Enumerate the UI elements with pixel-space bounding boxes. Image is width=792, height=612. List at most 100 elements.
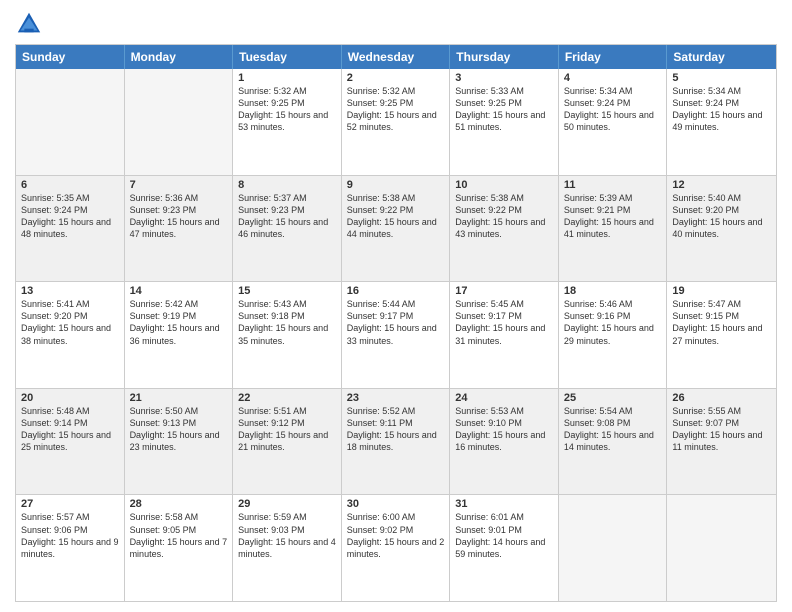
day-cell-18: 18Sunrise: 5:46 AMSunset: 9:16 PMDayligh… (559, 282, 668, 388)
day-info: Sunrise: 5:40 AMSunset: 9:20 PMDaylight:… (672, 192, 771, 241)
empty-cell (16, 69, 125, 175)
day-number: 7 (130, 179, 228, 191)
header-day-wednesday: Wednesday (342, 45, 451, 69)
day-cell-7: 7Sunrise: 5:36 AMSunset: 9:23 PMDaylight… (125, 176, 234, 282)
calendar: SundayMondayTuesdayWednesdayThursdayFrid… (15, 44, 777, 602)
day-number: 1 (238, 72, 336, 84)
day-cell-27: 27Sunrise: 5:57 AMSunset: 9:06 PMDayligh… (16, 495, 125, 601)
day-info: Sunrise: 5:45 AMSunset: 9:17 PMDaylight:… (455, 298, 553, 347)
day-number: 11 (564, 179, 662, 191)
day-info: Sunrise: 5:55 AMSunset: 9:07 PMDaylight:… (672, 405, 771, 454)
day-cell-16: 16Sunrise: 5:44 AMSunset: 9:17 PMDayligh… (342, 282, 451, 388)
day-info: Sunrise: 5:34 AMSunset: 9:24 PMDaylight:… (564, 85, 662, 134)
day-info: Sunrise: 5:53 AMSunset: 9:10 PMDaylight:… (455, 405, 553, 454)
day-cell-23: 23Sunrise: 5:52 AMSunset: 9:11 PMDayligh… (342, 389, 451, 495)
day-cell-21: 21Sunrise: 5:50 AMSunset: 9:13 PMDayligh… (125, 389, 234, 495)
calendar-row-0: 1Sunrise: 5:32 AMSunset: 9:25 PMDaylight… (16, 69, 776, 175)
day-number: 24 (455, 392, 553, 404)
page: SundayMondayTuesdayWednesdayThursdayFrid… (0, 0, 792, 612)
day-cell-11: 11Sunrise: 5:39 AMSunset: 9:21 PMDayligh… (559, 176, 668, 282)
day-cell-17: 17Sunrise: 5:45 AMSunset: 9:17 PMDayligh… (450, 282, 559, 388)
header (15, 10, 777, 38)
header-day-saturday: Saturday (667, 45, 776, 69)
day-number: 19 (672, 285, 771, 297)
day-info: Sunrise: 5:32 AMSunset: 9:25 PMDaylight:… (238, 85, 336, 134)
header-day-monday: Monday (125, 45, 234, 69)
day-number: 29 (238, 498, 336, 510)
day-number: 31 (455, 498, 553, 510)
day-cell-2: 2Sunrise: 5:32 AMSunset: 9:25 PMDaylight… (342, 69, 451, 175)
header-day-tuesday: Tuesday (233, 45, 342, 69)
day-info: Sunrise: 5:37 AMSunset: 9:23 PMDaylight:… (238, 192, 336, 241)
day-cell-15: 15Sunrise: 5:43 AMSunset: 9:18 PMDayligh… (233, 282, 342, 388)
header-day-sunday: Sunday (16, 45, 125, 69)
day-number: 13 (21, 285, 119, 297)
day-cell-3: 3Sunrise: 5:33 AMSunset: 9:25 PMDaylight… (450, 69, 559, 175)
day-number: 22 (238, 392, 336, 404)
day-number: 3 (455, 72, 553, 84)
day-info: Sunrise: 5:47 AMSunset: 9:15 PMDaylight:… (672, 298, 771, 347)
day-number: 23 (347, 392, 445, 404)
day-cell-5: 5Sunrise: 5:34 AMSunset: 9:24 PMDaylight… (667, 69, 776, 175)
day-info: Sunrise: 5:36 AMSunset: 9:23 PMDaylight:… (130, 192, 228, 241)
header-day-thursday: Thursday (450, 45, 559, 69)
day-info: Sunrise: 5:44 AMSunset: 9:17 PMDaylight:… (347, 298, 445, 347)
day-number: 17 (455, 285, 553, 297)
day-number: 8 (238, 179, 336, 191)
day-number: 14 (130, 285, 228, 297)
day-cell-19: 19Sunrise: 5:47 AMSunset: 9:15 PMDayligh… (667, 282, 776, 388)
day-info: Sunrise: 5:50 AMSunset: 9:13 PMDaylight:… (130, 405, 228, 454)
day-cell-6: 6Sunrise: 5:35 AMSunset: 9:24 PMDaylight… (16, 176, 125, 282)
day-info: Sunrise: 5:41 AMSunset: 9:20 PMDaylight:… (21, 298, 119, 347)
day-number: 20 (21, 392, 119, 404)
day-info: Sunrise: 5:38 AMSunset: 9:22 PMDaylight:… (455, 192, 553, 241)
day-number: 26 (672, 392, 771, 404)
day-info: Sunrise: 5:46 AMSunset: 9:16 PMDaylight:… (564, 298, 662, 347)
day-number: 5 (672, 72, 771, 84)
day-info: Sunrise: 5:59 AMSunset: 9:03 PMDaylight:… (238, 511, 336, 560)
day-cell-14: 14Sunrise: 5:42 AMSunset: 9:19 PMDayligh… (125, 282, 234, 388)
day-cell-24: 24Sunrise: 5:53 AMSunset: 9:10 PMDayligh… (450, 389, 559, 495)
day-number: 28 (130, 498, 228, 510)
day-cell-4: 4Sunrise: 5:34 AMSunset: 9:24 PMDaylight… (559, 69, 668, 175)
empty-cell (125, 69, 234, 175)
day-number: 2 (347, 72, 445, 84)
day-number: 16 (347, 285, 445, 297)
day-info: Sunrise: 5:52 AMSunset: 9:11 PMDaylight:… (347, 405, 445, 454)
header-day-friday: Friday (559, 45, 668, 69)
day-number: 21 (130, 392, 228, 404)
day-info: Sunrise: 6:00 AMSunset: 9:02 PMDaylight:… (347, 511, 445, 560)
day-info: Sunrise: 5:43 AMSunset: 9:18 PMDaylight:… (238, 298, 336, 347)
day-number: 4 (564, 72, 662, 84)
day-info: Sunrise: 5:32 AMSunset: 9:25 PMDaylight:… (347, 85, 445, 134)
day-cell-28: 28Sunrise: 5:58 AMSunset: 9:05 PMDayligh… (125, 495, 234, 601)
day-info: Sunrise: 5:35 AMSunset: 9:24 PMDaylight:… (21, 192, 119, 241)
day-cell-9: 9Sunrise: 5:38 AMSunset: 9:22 PMDaylight… (342, 176, 451, 282)
empty-cell (667, 495, 776, 601)
day-cell-10: 10Sunrise: 5:38 AMSunset: 9:22 PMDayligh… (450, 176, 559, 282)
day-number: 15 (238, 285, 336, 297)
calendar-body: 1Sunrise: 5:32 AMSunset: 9:25 PMDaylight… (16, 69, 776, 601)
day-number: 9 (347, 179, 445, 191)
day-info: Sunrise: 5:54 AMSunset: 9:08 PMDaylight:… (564, 405, 662, 454)
day-cell-31: 31Sunrise: 6:01 AMSunset: 9:01 PMDayligh… (450, 495, 559, 601)
calendar-row-2: 13Sunrise: 5:41 AMSunset: 9:20 PMDayligh… (16, 281, 776, 388)
day-cell-30: 30Sunrise: 6:00 AMSunset: 9:02 PMDayligh… (342, 495, 451, 601)
day-cell-25: 25Sunrise: 5:54 AMSunset: 9:08 PMDayligh… (559, 389, 668, 495)
day-info: Sunrise: 5:58 AMSunset: 9:05 PMDaylight:… (130, 511, 228, 560)
day-number: 10 (455, 179, 553, 191)
day-cell-26: 26Sunrise: 5:55 AMSunset: 9:07 PMDayligh… (667, 389, 776, 495)
day-cell-29: 29Sunrise: 5:59 AMSunset: 9:03 PMDayligh… (233, 495, 342, 601)
day-info: Sunrise: 5:39 AMSunset: 9:21 PMDaylight:… (564, 192, 662, 241)
calendar-row-1: 6Sunrise: 5:35 AMSunset: 9:24 PMDaylight… (16, 175, 776, 282)
day-cell-8: 8Sunrise: 5:37 AMSunset: 9:23 PMDaylight… (233, 176, 342, 282)
day-info: Sunrise: 6:01 AMSunset: 9:01 PMDaylight:… (455, 511, 553, 560)
day-number: 27 (21, 498, 119, 510)
day-info: Sunrise: 5:34 AMSunset: 9:24 PMDaylight:… (672, 85, 771, 134)
calendar-header: SundayMondayTuesdayWednesdayThursdayFrid… (16, 45, 776, 69)
day-info: Sunrise: 5:33 AMSunset: 9:25 PMDaylight:… (455, 85, 553, 134)
day-number: 12 (672, 179, 771, 191)
day-cell-12: 12Sunrise: 5:40 AMSunset: 9:20 PMDayligh… (667, 176, 776, 282)
day-info: Sunrise: 5:57 AMSunset: 9:06 PMDaylight:… (21, 511, 119, 560)
day-number: 18 (564, 285, 662, 297)
